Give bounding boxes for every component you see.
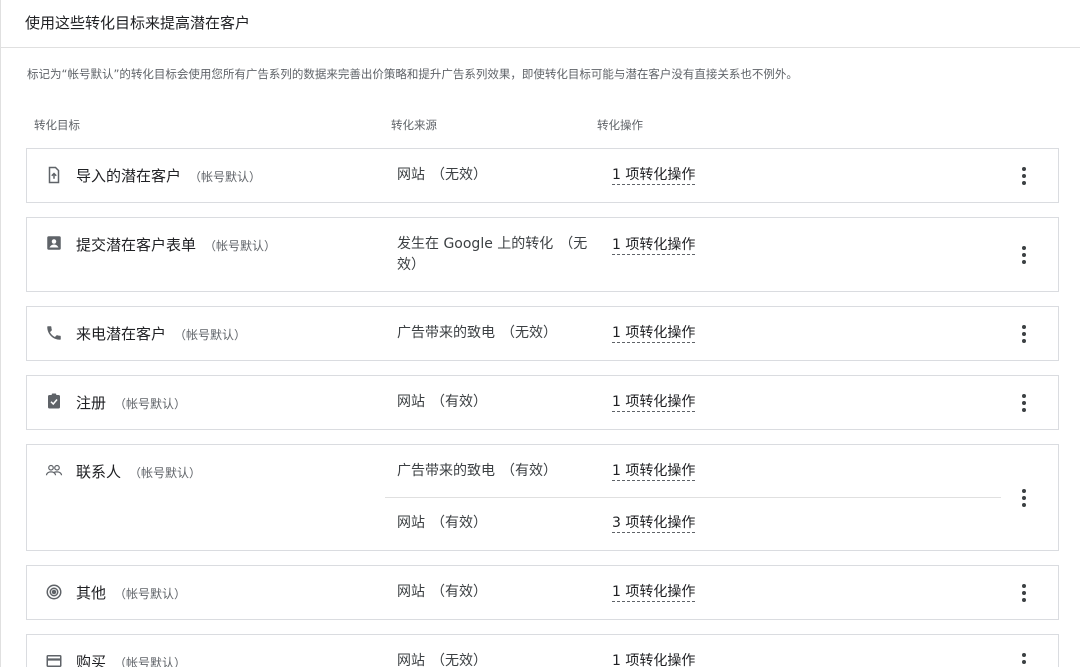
- panel-header: 使用这些转化目标来提高潜在客户: [1, 0, 1080, 48]
- conversion-source: 广告带来的致电 （无效）: [397, 323, 557, 344]
- goal-name: 导入的潜在客户: [76, 167, 182, 185]
- account-default-badge: （帐号默认）: [204, 239, 277, 253]
- conversion-actions-link[interactable]: 1 项转化操作: [612, 325, 696, 343]
- source-name: 广告带来的致电: [397, 325, 495, 341]
- row-divider: [385, 497, 1001, 498]
- more-vert-icon[interactable]: [1016, 165, 1032, 187]
- conversion-actions-link[interactable]: 1 项转化操作: [612, 584, 696, 602]
- goal-name: 注册: [76, 394, 107, 412]
- goal-title: 联系人 （帐号默认）: [76, 461, 201, 482]
- goal-card-other: 其他 （帐号默认） 网站 （有效） 1 项转化操作: [26, 565, 1059, 620]
- conversion-source: 网站 （有效）: [397, 513, 487, 534]
- goal-name: 购买: [76, 653, 107, 667]
- column-header-source: 转化来源: [391, 118, 437, 132]
- more-vert-icon[interactable]: [1016, 323, 1032, 345]
- source-name: 网站: [397, 584, 425, 600]
- more-vert-icon[interactable]: [1016, 244, 1032, 266]
- conversion-source: 广告带来的致电 （有效）: [397, 461, 557, 482]
- phone-icon: [45, 324, 63, 342]
- source-status: （有效）: [431, 584, 487, 600]
- people-icon: [45, 461, 63, 479]
- goal-card-contacts: 联系人 （帐号默认） 广告带来的致电 （有效） 1 项转化操作 网站 （有效） 3 项…: [26, 444, 1059, 551]
- clipboard-check-icon: [45, 392, 63, 410]
- goal-card-lead-form: 提交潜在客户表单 （帐号默认） 发生在 Google 上的转化 （无效） 1 项转化…: [26, 217, 1059, 292]
- source-name: 网站: [397, 167, 425, 183]
- conversion-actions-link[interactable]: 1 项转化操作: [612, 653, 695, 667]
- more-vert-icon[interactable]: [1016, 651, 1032, 667]
- upload-file-icon: [45, 166, 63, 184]
- source-name: 广告带来的致电: [397, 463, 495, 479]
- goal-card-purchase: 购买 （帐号默认） 网站 （无效） 1 项转化操作: [26, 634, 1059, 667]
- account-default-badge: （帐号默认）: [174, 328, 247, 342]
- goal-title: 其他 （帐号默认）: [76, 582, 186, 603]
- more-vert-icon[interactable]: [1016, 392, 1032, 414]
- goal-title: 提交潜在客户表单 （帐号默认）: [76, 234, 276, 255]
- conversion-actions-link[interactable]: 3 项转化操作: [612, 515, 696, 533]
- conversion-actions-link[interactable]: 1 项转化操作: [612, 463, 696, 481]
- goal-card-imported-leads: 导入的潜在客户 （帐号默认） 网站 （无效） 1 项转化操作: [26, 148, 1059, 203]
- goal-title: 注册 （帐号默认）: [76, 392, 186, 413]
- panel-description: 标记为“帐号默认”的转化目标会使用您所有广告系列的数据来完善出价策略和提升广告系…: [27, 67, 798, 81]
- conversion-actions-link[interactable]: 1 项转化操作: [612, 167, 696, 185]
- goal-card-call-leads: 来电潜在客户 （帐号默认） 广告带来的致电 （无效） 1 项转化操作: [26, 306, 1059, 361]
- account-default-badge: （帐号默认）: [129, 466, 202, 480]
- more-vert-icon[interactable]: [1016, 582, 1032, 604]
- source-status: （有效）: [431, 394, 487, 410]
- credit-card-icon: [45, 652, 63, 667]
- account-default-badge: （帐号默认）: [114, 656, 187, 667]
- conversion-source: 网站 （有效）: [397, 582, 487, 603]
- goal-card-signup: 注册 （帐号默认） 网站 （有效） 1 项转化操作: [26, 375, 1059, 430]
- source-name: 网站: [397, 394, 425, 410]
- goal-title: 购买 （帐号默认）: [76, 651, 186, 667]
- panel-title: 使用这些转化目标来提高潜在客户: [25, 14, 251, 32]
- conversion-source: 网站 （无效）: [397, 651, 487, 667]
- conversion-source: 网站 （有效）: [397, 392, 487, 413]
- account-default-badge: （帐号默认）: [114, 397, 187, 411]
- goal-name: 来电潜在客户: [76, 325, 167, 343]
- source-status: （无效）: [431, 653, 487, 667]
- source-name: 发生在 Google 上的转化: [397, 236, 554, 252]
- column-header-goal: 转化目标: [34, 118, 80, 132]
- goal-name: 联系人: [76, 463, 122, 481]
- source-name: 网站: [397, 515, 425, 531]
- goal-title: 导入的潜在客户 （帐号默认）: [76, 165, 261, 186]
- contact-form-icon: [45, 234, 63, 252]
- conversion-goals-panel: 使用这些转化目标来提高潜在客户 标记为“帐号默认”的转化目标会使用您所有广告系列…: [0, 0, 1080, 667]
- source-status: （有效）: [431, 515, 487, 531]
- goal-title: 来电潜在客户 （帐号默认）: [76, 323, 246, 344]
- source-status: （无效）: [501, 325, 557, 341]
- column-header-action: 转化操作: [597, 118, 643, 132]
- source-status: （无效）: [431, 167, 487, 183]
- account-default-badge: （帐号默认）: [189, 170, 262, 184]
- account-default-badge: （帐号默认）: [114, 587, 187, 601]
- source-name: 网站: [397, 653, 425, 667]
- conversion-actions-link[interactable]: 1 项转化操作: [612, 394, 696, 412]
- conversion-source: 网站 （无效）: [397, 165, 487, 186]
- conversion-actions-link[interactable]: 1 项转化操作: [612, 237, 696, 255]
- goal-name: 其他: [76, 584, 107, 602]
- conversion-source: 发生在 Google 上的转化 （无效）: [397, 234, 597, 276]
- goal-name: 提交潜在客户表单: [76, 236, 197, 254]
- source-status: （有效）: [501, 463, 557, 479]
- target-icon: [45, 583, 63, 601]
- more-vert-icon[interactable]: [1016, 487, 1032, 509]
